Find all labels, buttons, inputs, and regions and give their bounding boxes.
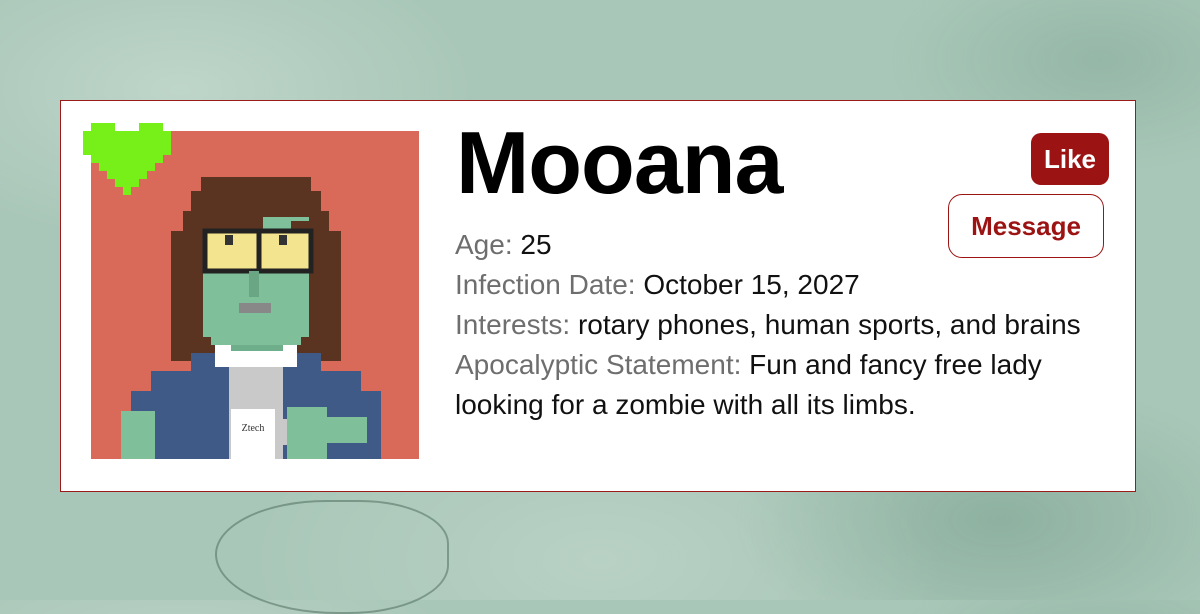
interests-row: Interests: rotary phones, human sports, … — [455, 305, 1105, 345]
statement-label: Apocalyptic Statement: — [455, 349, 742, 380]
infection-date-value: October 15, 2027 — [643, 269, 860, 300]
age-label: Age: — [455, 229, 513, 260]
background-stain — [215, 500, 449, 614]
age-value: 25 — [520, 229, 552, 260]
profile-card: Ztech Mooana Age: 25 Infection Date: Oct… — [60, 100, 1136, 492]
like-button[interactable]: Like — [1031, 133, 1109, 185]
infection-date-label: Infection Date: — [455, 269, 636, 300]
statement-row: Apocalyptic Statement: Fun and fancy fre… — [455, 345, 1105, 425]
interests-value: rotary phones, human sports, and brains — [577, 309, 1081, 340]
interests-label: Interests: — [455, 309, 571, 340]
infection-date-row: Infection Date: October 15, 2027 — [455, 265, 1105, 305]
message-button[interactable]: Message — [948, 194, 1104, 258]
mug-label: Ztech — [242, 423, 265, 434]
heart-icon — [83, 123, 171, 195]
profile-name: Mooana — [456, 113, 783, 212]
